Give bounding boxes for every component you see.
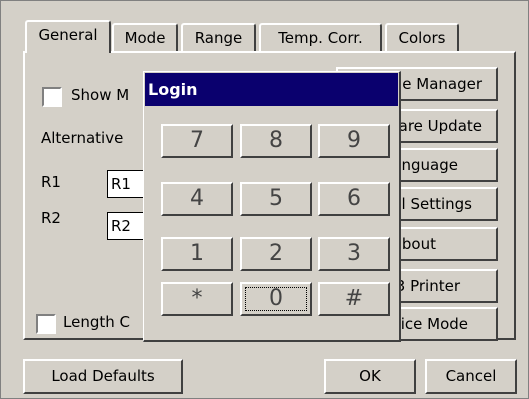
- r1-label: R1: [41, 173, 61, 191]
- key-3-label: 3: [347, 241, 361, 266]
- login-title-bar[interactable]: Login: [145, 73, 398, 106]
- settings-window: General Mode Range Temp. Corr. Colors Sh…: [0, 0, 529, 399]
- key-5[interactable]: 5: [240, 182, 312, 216]
- key-9-label: 9: [347, 128, 361, 153]
- about-button-label: bout: [401, 235, 436, 253]
- alternative-label: Alternative: [41, 129, 124, 147]
- tab-temp-corr-label: Temp. Corr.: [278, 29, 363, 47]
- device-manager-button-label: e Manager: [402, 75, 482, 93]
- cancel-button[interactable]: Cancel: [425, 359, 517, 394]
- key-0-label: 0: [269, 286, 283, 311]
- key-2[interactable]: 2: [240, 237, 312, 271]
- show-checkbox[interactable]: [42, 87, 62, 107]
- tab-temp-corr[interactable]: Temp. Corr.: [259, 23, 382, 51]
- key-asterisk-label: *: [191, 286, 203, 311]
- key-hash[interactable]: #: [318, 282, 390, 316]
- key-asterisk[interactable]: *: [161, 282, 233, 316]
- key-6[interactable]: 6: [318, 182, 390, 216]
- r2-label: R2: [41, 209, 61, 227]
- key-5-label: 5: [269, 186, 283, 211]
- key-6-label: 6: [347, 186, 361, 211]
- key-8[interactable]: 8: [240, 124, 312, 158]
- tab-mode-label: Mode: [124, 29, 166, 47]
- r2-input[interactable]: R2: [107, 212, 147, 240]
- load-defaults-button-label: Load Defaults: [51, 367, 155, 385]
- cancel-button-label: Cancel: [445, 367, 497, 385]
- tab-general[interactable]: General: [25, 20, 111, 53]
- key-0[interactable]: 0: [240, 282, 312, 316]
- tab-colors-label: Colors: [398, 29, 446, 47]
- key-2-label: 2: [269, 241, 283, 266]
- ok-button-label: OK: [359, 367, 381, 385]
- ok-button[interactable]: OK: [324, 359, 416, 394]
- r1-input[interactable]: R1: [107, 170, 147, 198]
- tab-general-label: General: [38, 26, 98, 44]
- key-7-label: 7: [190, 128, 204, 153]
- key-1-label: 1: [190, 241, 204, 266]
- language-button-label: nguage: [401, 156, 458, 174]
- key-8-label: 8: [269, 128, 283, 153]
- show-checkbox-label: Show M: [71, 86, 130, 104]
- length-checkbox-label: Length C: [63, 313, 130, 331]
- printer-button-label: 3 Printer: [395, 277, 460, 295]
- key-9[interactable]: 9: [318, 124, 390, 158]
- service-mode-button-label: ice Mode: [400, 315, 468, 333]
- software-update-button-label: are Update: [398, 117, 482, 135]
- load-defaults-button[interactable]: Load Defaults: [23, 359, 183, 394]
- tab-range[interactable]: Range: [181, 23, 256, 51]
- tab-mode[interactable]: Mode: [112, 23, 178, 51]
- key-7[interactable]: 7: [161, 124, 233, 158]
- key-3[interactable]: 3: [318, 237, 390, 271]
- login-title: Login: [148, 80, 198, 99]
- key-4[interactable]: 4: [161, 182, 233, 216]
- tab-range-label: Range: [194, 29, 243, 47]
- login-dialog: Login 7 8 9 4 5 6 1 2 3 * 0 #: [143, 71, 401, 342]
- key-hash-label: #: [344, 286, 364, 311]
- settings-button-label: l Settings: [401, 195, 472, 213]
- key-1[interactable]: 1: [161, 237, 233, 271]
- length-checkbox[interactable]: [36, 314, 56, 334]
- key-4-label: 4: [190, 186, 204, 211]
- tab-colors[interactable]: Colors: [385, 23, 459, 51]
